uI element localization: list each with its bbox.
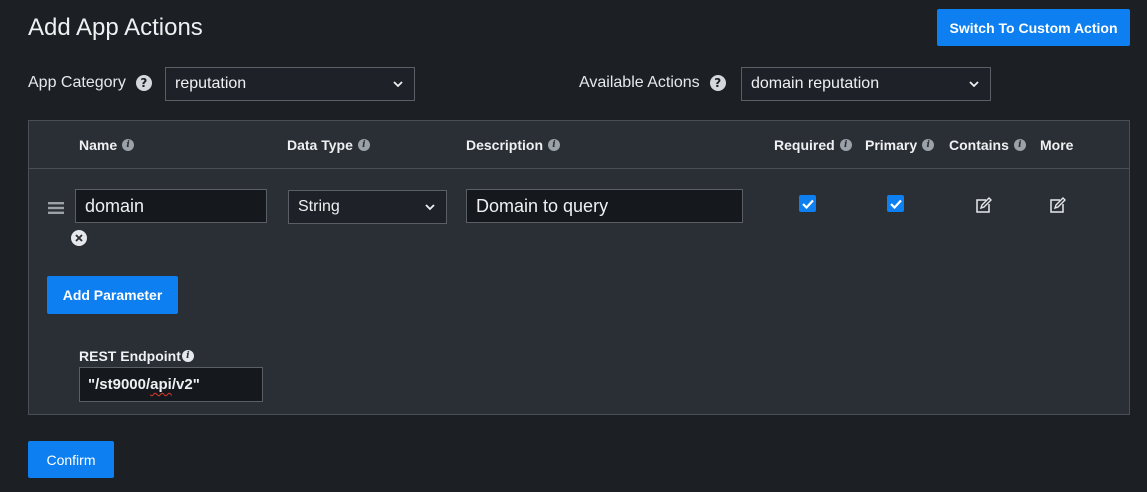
edit-icon[interactable] (974, 197, 992, 215)
rest-endpoint-value-suffix: /v2" (171, 376, 200, 393)
confirm-button[interactable]: Confirm (28, 441, 114, 478)
rest-endpoint-value-misspelled: api (150, 376, 172, 393)
param-name-input[interactable]: domain (75, 189, 267, 223)
question-circle-icon[interactable]: ? (709, 75, 726, 91)
info-circle-icon[interactable]: i (181, 350, 194, 362)
info-circle-icon[interactable]: i (548, 139, 561, 151)
column-contains-label: Contains (949, 137, 1009, 153)
param-data-type-select[interactable]: String (288, 190, 447, 224)
column-more: More (1040, 137, 1073, 153)
available-actions-label: Available Actions (579, 74, 700, 91)
add-parameter-button[interactable]: Add Parameter (47, 276, 178, 314)
param-data-type-value: String (298, 198, 340, 215)
required-checkbox[interactable] (799, 195, 816, 212)
column-required: Required i (774, 137, 852, 153)
chevron-down-icon (393, 81, 403, 88)
chevron-down-icon (969, 81, 979, 88)
page-title: Add App Actions (28, 14, 203, 41)
app-category-field: App Category ? (28, 74, 152, 92)
rest-endpoint-label: REST Endpoint (79, 348, 181, 364)
app-category-label: App Category (28, 74, 126, 91)
column-description-label: Description (466, 137, 544, 153)
app-category-select[interactable]: reputation (165, 67, 415, 101)
column-data-type-label: Data Type (287, 137, 353, 153)
drag-handle-icon[interactable] (48, 201, 64, 215)
column-more-label: More (1040, 137, 1074, 153)
rest-endpoint-input[interactable]: "/st9000/api/v2" (79, 367, 263, 402)
check-icon (889, 199, 902, 209)
column-contains: Contains i (949, 137, 1026, 153)
column-description: Description i (466, 137, 561, 153)
switch-to-custom-action-button[interactable]: Switch To Custom Action (937, 9, 1130, 46)
info-circle-icon[interactable]: i (839, 139, 852, 151)
column-primary: Primary i (865, 137, 935, 153)
remove-circle-icon[interactable] (71, 230, 87, 246)
available-actions-value: domain reputation (751, 75, 880, 92)
app-category-value: reputation (175, 75, 247, 92)
info-circle-icon[interactable]: i (922, 139, 935, 151)
info-circle-icon[interactable]: i (357, 139, 370, 151)
available-actions-field: Available Actions ? (579, 74, 726, 92)
column-name: Name i (79, 137, 135, 153)
column-required-label: Required (774, 137, 835, 153)
check-icon (801, 199, 814, 209)
info-circle-icon[interactable]: i (1013, 139, 1026, 151)
column-data-type: Data Type i (287, 137, 370, 153)
available-actions-select[interactable]: domain reputation (741, 67, 991, 101)
primary-checkbox[interactable] (887, 195, 904, 212)
question-circle-icon[interactable]: ? (135, 75, 152, 91)
rest-endpoint-value-prefix: "/st9000/ (88, 376, 151, 393)
column-primary-label: Primary (865, 137, 918, 153)
parameters-panel: Name i Data Type i Description i Require… (28, 120, 1130, 415)
chevron-down-icon (425, 204, 435, 211)
param-description-input[interactable]: Domain to query (466, 189, 743, 223)
column-name-label: Name (79, 137, 118, 153)
edit-icon[interactable] (1048, 197, 1066, 215)
rest-endpoint-field: REST Endpoint i (79, 348, 194, 364)
info-circle-icon[interactable]: i (122, 139, 135, 151)
table-header: Name i Data Type i Description i Require… (29, 121, 1129, 169)
